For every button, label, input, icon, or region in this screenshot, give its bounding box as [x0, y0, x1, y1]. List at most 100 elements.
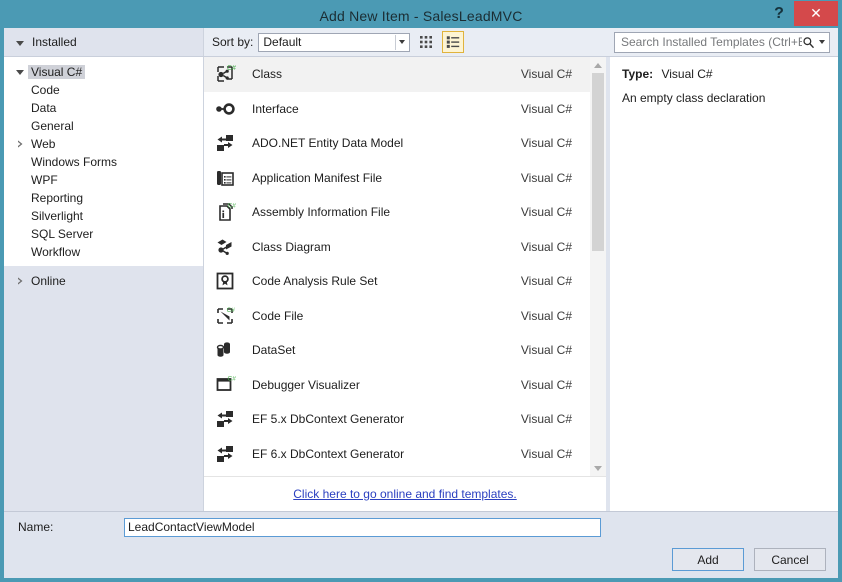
sidebar-item-online[interactable]: Online	[4, 272, 203, 290]
template-language: Visual C#	[520, 239, 572, 254]
chevron-right-icon	[12, 277, 28, 285]
sidebar-item-wpf[interactable]: WPF	[4, 171, 203, 189]
page-title: Add New Item - SalesLeadMVC	[319, 8, 523, 24]
class-diagram-icon	[210, 236, 240, 258]
sort-controls: Sort by: Default	[204, 31, 606, 53]
assembly-information-icon: C#	[210, 201, 240, 223]
sort-by-select[interactable]: Default	[258, 32, 411, 52]
add-button[interactable]: Add	[672, 548, 744, 571]
sidebar-item-label: SQL Server	[31, 227, 94, 241]
template-name: EF 5.x DbContext Generator	[252, 412, 405, 427]
svg-text:C#: C#	[228, 203, 237, 210]
template-name: ADO.NET Entity Data Model	[252, 136, 404, 151]
installed-header[interactable]: Installed	[4, 28, 204, 56]
installed-header-label: Installed	[32, 35, 77, 49]
template-list-item[interactable]: EF 5.x DbContext Generator Visual C#	[204, 402, 590, 437]
sort-by-value: Default	[263, 35, 302, 49]
search-placeholder: Search Installed Templates (Ctrl+E)	[621, 35, 802, 49]
template-language: Visual C#	[520, 377, 572, 392]
chevron-right-icon	[12, 140, 28, 148]
chevron-down-icon[interactable]	[819, 40, 825, 44]
debugger-visualizer-icon: C#	[210, 374, 240, 396]
sidebar-item-silverlight[interactable]: Silverlight	[4, 207, 203, 225]
category-tree: Visual C# Code Data General Web Windows Forms…	[4, 57, 204, 511]
go-online-templates-link[interactable]: Click here to go online and find templat…	[293, 487, 516, 501]
search-area: Search Installed Templates (Ctrl+E)	[606, 31, 838, 53]
template-list-item[interactable]: Application Manifest File Visual C#	[204, 161, 590, 196]
scroll-down-icon[interactable]	[590, 460, 606, 476]
sidebar-item-code[interactable]: Code	[4, 81, 203, 99]
installed-tree-group: Visual C# Code Data General Web Windows Forms…	[4, 57, 203, 266]
template-list-item[interactable]: DataSet Visual C#	[204, 333, 590, 368]
template-name: Code Analysis Rule Set	[252, 274, 378, 289]
window-controls: ? ✕	[764, 1, 838, 28]
entity-data-model-icon	[210, 132, 240, 154]
template-name: EF 6.x DbContext Generator	[252, 446, 405, 461]
template-list-item[interactable]: C# Code File Visual C#	[204, 299, 590, 334]
template-name: Assembly Information File	[252, 205, 391, 220]
template-description: An empty class declaration	[622, 91, 766, 105]
sort-by-label: Sort by:	[212, 35, 254, 49]
sidebar-item-visual-c[interactable]: Visual C#	[4, 63, 203, 81]
template-language: Visual C#	[520, 412, 572, 427]
sidebar-item-web[interactable]: Web	[4, 135, 203, 153]
template-name: Debugger Visualizer	[252, 377, 360, 392]
sidebar-item-label: Windows Forms	[31, 155, 118, 169]
template-list-scroll-area: C# Class Visual C# Interface Visual C# ADO…	[204, 57, 606, 476]
dialog-footer: Name: LeadContactViewModel Add Cancel	[4, 511, 838, 578]
dialog-body: Visual C# Code Data General Web Windows Forms…	[4, 57, 838, 511]
template-list-item[interactable]: Interface Visual C#	[204, 92, 590, 127]
template-list-item[interactable]: Class Diagram Visual C#	[204, 230, 590, 265]
dialog-title-bar: Add New Item - SalesLeadMVC ? ✕	[4, 1, 838, 28]
sidebar-item-label: Workflow	[31, 245, 81, 259]
template-language: Visual C#	[520, 274, 572, 289]
template-language: Visual C#	[520, 170, 572, 185]
template-list-item[interactable]: C# Assembly Information File Visual C#	[204, 195, 590, 230]
sidebar-item-sql-server[interactable]: SQL Server	[4, 225, 203, 243]
template-name: Application Manifest File	[252, 170, 383, 185]
template-name: DataSet	[252, 343, 296, 358]
scrollbar-track[interactable]	[590, 73, 606, 460]
template-language: Visual C#	[520, 101, 572, 116]
search-icon	[803, 36, 815, 48]
scrollbar-thumb[interactable]	[592, 73, 604, 252]
template-list-item[interactable]: ADO.NET Entity Data Model Visual C#	[204, 126, 590, 161]
footer-buttons: Add Cancel	[672, 548, 826, 571]
application-manifest-icon	[210, 167, 240, 189]
template-type-label: Type:	[622, 67, 654, 81]
entity-data-model-icon	[210, 408, 240, 430]
dialog-toolbar: Installed Sort by: Default Search Instal…	[4, 28, 838, 57]
sidebar-item-windows-forms[interactable]: Windows Forms	[4, 153, 203, 171]
scroll-up-icon[interactable]	[590, 57, 606, 73]
template-language: Visual C#	[520, 136, 572, 151]
template-type-row: Type: Visual C#	[622, 67, 826, 81]
search-input[interactable]: Search Installed Templates (Ctrl+E)	[614, 31, 830, 53]
sidebar-item-reporting[interactable]: Reporting	[4, 189, 203, 207]
entity-data-model-icon	[210, 443, 240, 465]
close-icon[interactable]: ✕	[794, 1, 838, 26]
template-language: Visual C#	[520, 343, 572, 358]
template-list-item[interactable]: Code Analysis Rule Set Visual C#	[204, 264, 590, 299]
template-list-scrollbar[interactable]	[590, 57, 606, 476]
cancel-button[interactable]: Cancel	[754, 548, 826, 571]
sidebar-item-workflow[interactable]: Workflow	[4, 243, 203, 261]
template-list-item[interactable]: C# Class Visual C#	[204, 57, 590, 92]
list-view-icon[interactable]	[442, 31, 465, 53]
name-input[interactable]: LeadContactViewModel	[124, 517, 601, 537]
sidebar-item-label: General	[31, 119, 74, 133]
sidebar-item-general[interactable]: General	[4, 117, 203, 135]
name-input-value: LeadContactViewModel	[128, 520, 255, 534]
template-list-pane: C# Class Visual C# Interface Visual C# ADO…	[204, 57, 606, 511]
help-icon[interactable]: ?	[764, 1, 794, 26]
svg-text:C#: C#	[228, 375, 237, 382]
template-language: Visual C#	[520, 446, 572, 461]
template-list: C# Class Visual C# Interface Visual C# ADO…	[204, 57, 590, 476]
template-list-item[interactable]: C# Debugger Visualizer Visual C#	[204, 368, 590, 403]
sidebar-item-label: Reporting	[31, 191, 84, 205]
sidebar-item-label: Web	[31, 137, 56, 151]
grid-view-icon[interactable]	[415, 31, 437, 53]
template-list-item[interactable]: EF 6.x DbContext Generator Visual C#	[204, 437, 590, 472]
sidebar-item-data[interactable]: Data	[4, 99, 203, 117]
select-divider	[395, 34, 397, 50]
code-analysis-rule-set-icon	[210, 270, 240, 292]
